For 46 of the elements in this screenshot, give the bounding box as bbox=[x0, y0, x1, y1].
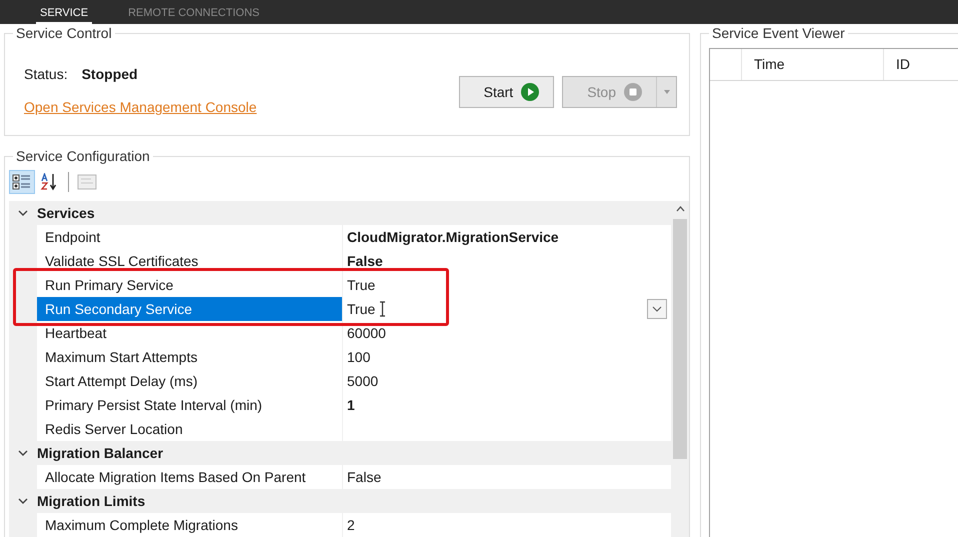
property-value: 60000 bbox=[347, 324, 386, 342]
property-value: CloudMigrator.MigrationService bbox=[347, 228, 559, 247]
property-name[interactable]: Maximum Complete Migrations bbox=[37, 513, 342, 537]
play-icon bbox=[521, 83, 540, 101]
start-button[interactable]: Start bbox=[458, 76, 554, 108]
caret-down-icon bbox=[664, 90, 670, 94]
categorized-icon bbox=[12, 173, 32, 191]
tab[interactable]: REMOTE CONNECTIONS bbox=[124, 6, 264, 24]
property-value: False bbox=[347, 252, 383, 270]
collapse-icon[interactable] bbox=[18, 210, 28, 216]
stop-icon bbox=[624, 83, 642, 101]
group-title: Service Control bbox=[13, 25, 115, 41]
chevron-down-icon bbox=[652, 306, 662, 312]
text-cursor-icon bbox=[379, 301, 386, 317]
scrollbar-thumb[interactable] bbox=[673, 219, 687, 459]
property-value: 5000 bbox=[347, 372, 378, 390]
group-title: Service Configuration bbox=[13, 148, 153, 164]
property-name[interactable]: Primary Persist State Interval (min) bbox=[37, 393, 342, 417]
property-value: 1 bbox=[347, 396, 355, 414]
property-name[interactable]: Endpoint bbox=[37, 225, 342, 249]
group-title: Service Event Viewer bbox=[709, 25, 848, 41]
value-field[interactable]: True bbox=[347, 298, 376, 320]
collapse-icon[interactable] bbox=[18, 450, 28, 456]
category-header[interactable]: Migration Limits bbox=[37, 490, 146, 512]
scrollbar[interactable] bbox=[671, 201, 689, 537]
property-name[interactable]: Redis Server Location bbox=[37, 417, 342, 441]
property-name[interactable]: Start Attempt Delay (ms) bbox=[37, 369, 342, 393]
property-name[interactable]: Run Secondary Service bbox=[37, 297, 342, 321]
property-value: 100 bbox=[347, 348, 370, 366]
categorized-button[interactable] bbox=[9, 170, 35, 194]
dropdown-button[interactable] bbox=[647, 299, 667, 319]
scroll-up-icon[interactable] bbox=[676, 206, 684, 212]
pages-icon bbox=[77, 173, 97, 191]
status-label: Status: bbox=[24, 65, 68, 84]
property-name[interactable]: Allocate Migration Items Based On Parent bbox=[37, 465, 342, 489]
property-name[interactable]: Maximum Start Attempts bbox=[37, 345, 342, 369]
property-value: True bbox=[347, 276, 376, 294]
property-value: False bbox=[347, 468, 382, 486]
status-value: Stopped bbox=[82, 65, 138, 84]
column-header[interactable]: ID bbox=[884, 49, 958, 80]
category-header[interactable]: Services bbox=[37, 202, 95, 224]
category-header[interactable]: Migration Balancer bbox=[37, 442, 164, 464]
property-value: 2 bbox=[347, 516, 355, 534]
column-header[interactable]: Time bbox=[742, 49, 884, 80]
property-name[interactable]: Run Primary Service bbox=[37, 273, 342, 297]
collapse-icon[interactable] bbox=[18, 498, 28, 504]
